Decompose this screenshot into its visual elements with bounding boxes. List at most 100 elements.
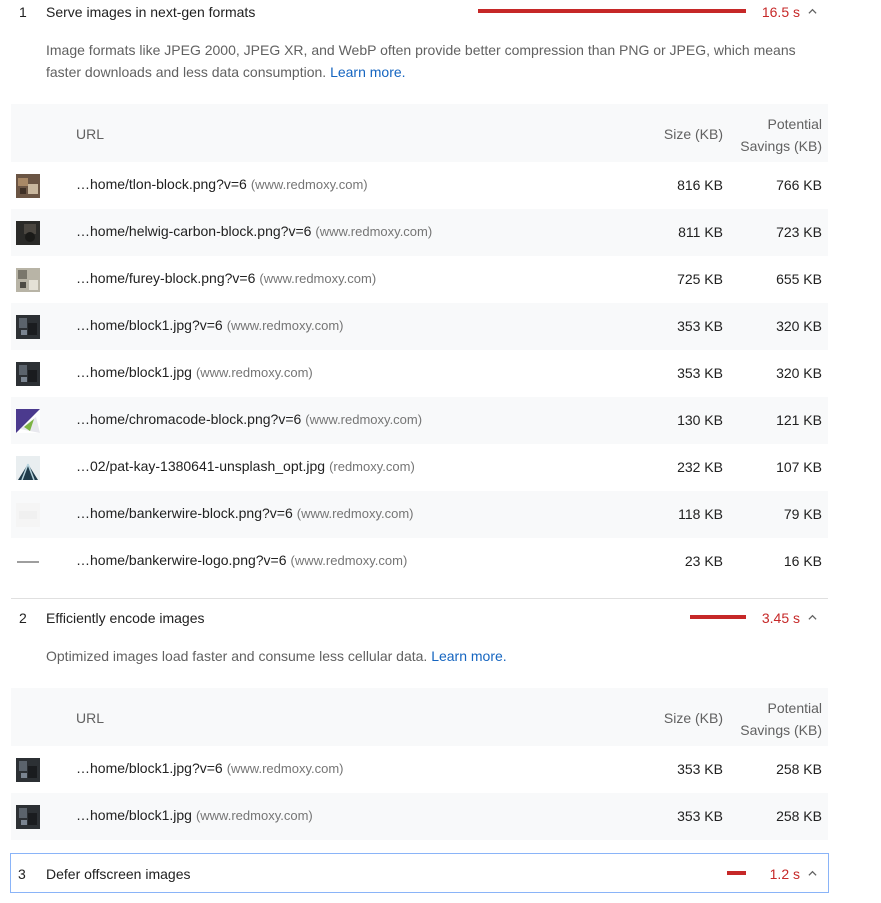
resource-savings: 107 KB — [776, 459, 822, 475]
resource-savings: 766 KB — [776, 177, 822, 193]
audit-table: URL Size (KB) Potential Savings (KB) …hom… — [11, 104, 828, 585]
resource-savings: 258 KB — [776, 808, 822, 824]
resource-url[interactable]: …home/tlon-block.png?v=6 (www.redmoxy.com… — [76, 176, 368, 192]
table-header: URL Size (KB) Potential Savings (KB) — [11, 104, 828, 162]
resource-savings: 723 KB — [776, 224, 822, 240]
resource-host: (www.redmoxy.com) — [305, 412, 423, 427]
chevron-up-icon[interactable] — [808, 7, 817, 16]
image-thumbnail — [16, 315, 40, 339]
savings-bar — [727, 871, 746, 875]
resource-url[interactable]: …home/chromacode-block.png?v=6 (www.redmo… — [76, 411, 422, 427]
audit-title: Efficiently encode images — [46, 610, 205, 626]
resource-host: (www.redmoxy.com) — [195, 365, 313, 380]
table-row: …home/tlon-block.png?v=6 (www.redmoxy.com… — [11, 162, 828, 209]
resource-host: (www.redmoxy.com) — [250, 177, 368, 192]
resource-host: (www.redmoxy.com) — [296, 506, 414, 521]
audit-title: Defer offscreen images — [46, 866, 191, 882]
audit-number: 3 — [18, 866, 26, 882]
column-url: URL — [76, 126, 105, 142]
resource-size: 816 KB — [677, 177, 723, 193]
resource-host: (www.redmoxy.com) — [226, 318, 344, 333]
resource-size: 353 KB — [677, 808, 723, 824]
table-row: …home/helwig-carbon-block.png?v=6 (www.re… — [11, 209, 828, 256]
image-thumbnail — [16, 409, 40, 433]
table-row: …home/block1.jpg (www.redmoxy.com) 353 KB 3… — [11, 350, 828, 397]
resource-savings: 655 KB — [776, 271, 822, 287]
resource-url[interactable]: …home/furey-block.png?v=6 (www.redmoxy.co… — [76, 270, 376, 286]
resource-host: (www.redmoxy.com) — [290, 553, 408, 568]
column-savings: Potential Savings (KB) — [740, 700, 822, 738]
table-row: …home/chromacode-block.png?v=6 (www.redmo… — [11, 397, 828, 444]
resource-host: (www.redmoxy.com) — [259, 271, 377, 286]
resource-savings: 79 KB — [783, 506, 822, 522]
divider — [11, 598, 828, 599]
savings-time: 1.2 s — [769, 866, 800, 882]
resource-savings: 16 KB — [783, 553, 822, 569]
resource-size: 811 KB — [678, 224, 723, 240]
resource-url[interactable]: …home/block1.jpg (www.redmoxy.com) — [76, 807, 313, 823]
audit-header[interactable]: 1 Serve images in next-gen formats 16.5 … — [11, 0, 828, 24]
resource-url[interactable]: …home/helwig-carbon-block.png?v=6 (www.re… — [76, 223, 432, 239]
column-savings: Potential Savings (KB) — [740, 116, 822, 154]
table-body: …home/block1.jpg?v=6 (www.redmoxy.com) 353… — [11, 746, 828, 840]
savings-time: 16.5 s — [761, 4, 800, 20]
resource-size: 23 KB — [684, 553, 723, 569]
table-header: URL Size (KB) Potential Savings (KB) — [11, 688, 828, 746]
resource-url[interactable]: …home/block1.jpg (www.redmoxy.com) — [76, 364, 313, 380]
resource-size: 353 KB — [677, 318, 723, 334]
image-thumbnail — [16, 805, 40, 829]
column-size: Size (KB) — [663, 710, 723, 726]
column-size: Size (KB) — [663, 126, 723, 142]
resource-size: 353 KB — [677, 761, 723, 777]
image-thumbnail — [16, 174, 40, 198]
resource-savings: 320 KB — [776, 318, 822, 334]
resource-host: (redmoxy.com) — [329, 459, 415, 474]
table-row: …home/block1.jpg (www.redmoxy.com) 353 KB 2… — [11, 793, 828, 840]
resource-host: (www.redmoxy.com) — [195, 808, 313, 823]
resource-size: 118 KB — [678, 506, 723, 522]
table-row: …home/furey-block.png?v=6 (www.redmoxy.co… — [11, 256, 828, 303]
audit-title: Serve images in next-gen formats — [46, 4, 256, 20]
audit-header[interactable]: 2 Efficiently encode images 3.45 s — [11, 606, 828, 630]
resource-size: 130 KB — [677, 412, 723, 428]
image-thumbnail — [16, 758, 40, 782]
savings-bar — [478, 9, 746, 13]
chevron-up-icon[interactable] — [808, 613, 817, 622]
table-row: …home/block1.jpg?v=6 (www.redmoxy.com) 353… — [11, 303, 828, 350]
resource-savings: 320 KB — [776, 365, 822, 381]
chevron-up-icon[interactable] — [808, 869, 817, 878]
audit-description: Image formats like JPEG 2000, JPEG XR, a… — [46, 42, 796, 80]
image-thumbnail — [16, 362, 40, 386]
resource-size: 725 KB — [677, 271, 723, 287]
resource-url[interactable]: …home/bankerwire-block.png?v=6 (www.redmo… — [76, 505, 414, 521]
image-thumbnail — [16, 268, 40, 292]
resource-host: (www.redmoxy.com) — [226, 761, 344, 776]
resource-url[interactable]: …home/block1.jpg?v=6 (www.redmoxy.com) — [76, 317, 343, 333]
table-row: …02/pat-kay-1380641-unsplash_opt.jpg (red… — [11, 444, 828, 491]
resource-size: 232 KB — [677, 459, 723, 475]
image-thumbnail — [16, 503, 40, 527]
resource-host: (www.redmoxy.com) — [315, 224, 433, 239]
table-row: …home/bankerwire-logo.png?v=6 (www.redmox… — [11, 538, 828, 585]
resource-savings: 121 KB — [776, 412, 822, 428]
image-thumbnail — [16, 221, 40, 245]
resource-url[interactable]: …home/bankerwire-logo.png?v=6 (www.redmox… — [76, 552, 407, 568]
image-thumbnail — [16, 550, 40, 574]
learn-more-link[interactable]: Learn more. — [431, 648, 506, 664]
audit-efficiently-encode[interactable]: 2 Efficiently encode images 3.45 s — [11, 606, 828, 630]
resource-savings: 258 KB — [776, 761, 822, 777]
column-url: URL — [76, 710, 105, 726]
savings-bar — [690, 615, 746, 619]
audit-next-gen-formats[interactable]: 1 Serve images in next-gen formats 16.5 … — [11, 0, 828, 24]
learn-more-link[interactable]: Learn more. — [330, 64, 405, 80]
resource-size: 353 KB — [677, 365, 723, 381]
resource-url[interactable]: …02/pat-kay-1380641-unsplash_opt.jpg (red… — [76, 458, 415, 474]
table-body: …home/tlon-block.png?v=6 (www.redmoxy.com… — [11, 162, 828, 585]
resource-url[interactable]: …home/block1.jpg?v=6 (www.redmoxy.com) — [76, 760, 343, 776]
image-thumbnail — [16, 456, 40, 480]
savings-time: 3.45 s — [761, 610, 800, 626]
table-row: …home/bankerwire-block.png?v=6 (www.redmo… — [11, 491, 828, 538]
table-row: …home/block1.jpg?v=6 (www.redmoxy.com) 353… — [11, 746, 828, 793]
audit-defer-offscreen[interactable]: 3 Defer offscreen images 1.2 s — [10, 853, 829, 893]
audit-number: 2 — [19, 610, 27, 626]
